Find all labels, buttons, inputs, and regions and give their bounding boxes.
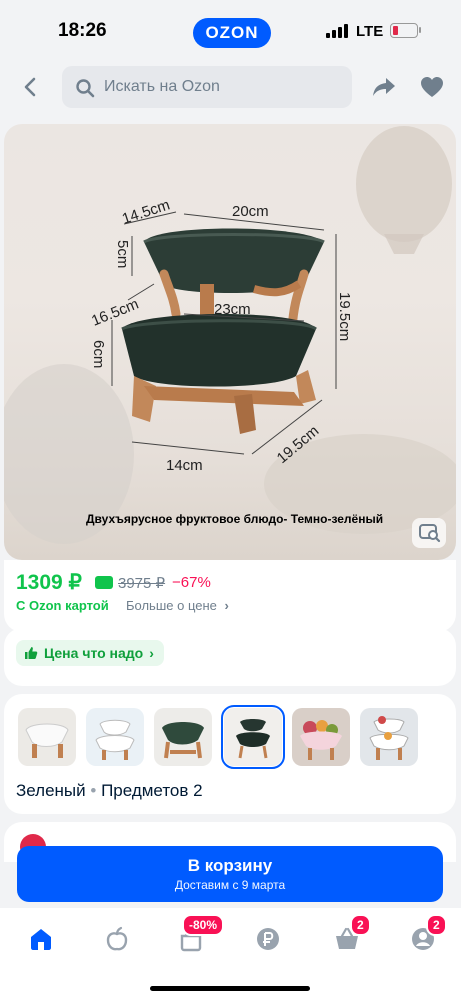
variant-thumbnail[interactable] [18,708,76,766]
chevron-right-icon: › [149,645,154,661]
add-to-cart-label: В корзину [187,856,273,875]
network-label: LTE [356,23,384,40]
sale-badge: -80% [182,914,225,936]
variant-items-count: Предметов 2 [101,781,203,800]
home-icon [31,929,51,950]
profile-badge: 2 [426,914,447,936]
variant-thumbnail[interactable] [360,708,418,766]
dim-label: 5cm [114,240,131,268]
discount-badge: −67% [172,574,211,591]
dim-label: 23cm [214,301,251,318]
variant-color: Зеленый [16,781,86,800]
product-caption: Двухъярусное фруктовое блюдо- Темно-зелё… [86,512,384,526]
good-price-label: Цена что надо [44,645,144,661]
dim-label: 6cm [90,340,107,368]
cart-badge: 2 [350,914,371,936]
separator-dot: • [90,781,97,800]
search-placeholder: Искать на Ozon [104,78,220,95]
current-price: 1309 ₽ [16,571,82,594]
fresh-icon [106,926,128,951]
dim-label: 14.5cm [120,196,172,227]
back-icon[interactable] [18,74,44,100]
image-search-button[interactable] [412,518,446,548]
delivery-date: Доставим с 9 марта [174,878,286,892]
camera-search-icon [419,524,441,543]
tab-home[interactable] [26,924,56,954]
home-indicator [150,986,310,991]
chevron-right-icon: › [224,598,229,613]
ozon-logo: OZON [193,18,271,48]
more-about-price-label: Больше о цене [126,598,217,613]
search-icon [75,78,95,103]
dim-label: 19.5cm [336,292,353,341]
thumbs-up-icon [25,647,38,659]
ozon-card-icon [95,576,113,589]
more-about-price-link[interactable]: Больше о цене › [126,598,229,613]
ozon-card-label: С Ozon картой [16,598,109,613]
signal-icon [326,24,348,38]
old-price: 3975 ₽ [118,575,166,592]
share-icon[interactable] [371,74,397,105]
status-time: 18:26 [58,20,107,41]
good-price-tag[interactable]: Цена что надо › [16,640,164,666]
dim-label: 14cm [166,457,203,474]
battery-icon [390,23,418,38]
variant-thumbnail[interactable] [154,708,212,766]
product-image[interactable]: 14.5cm 20cm 5cm 16.5cm 23cm 19.5cm 6cm 1… [4,124,456,560]
variant-thumbnail[interactable] [292,708,350,766]
tab-finance[interactable] [253,924,283,954]
tab-fresh[interactable] [102,924,132,954]
variant-thumbnail-selected[interactable] [221,705,285,769]
battery-tip [419,27,421,33]
add-to-cart-button[interactable]: В корзину Доставим с 9 марта [17,846,443,902]
variant-thumbnail[interactable] [86,708,144,766]
ruble-icon [257,928,279,950]
favorite-heart-icon[interactable] [420,76,444,103]
variant-summary: Зеленый • Предметов 2 [16,781,203,801]
dim-label: 20cm [232,203,269,220]
